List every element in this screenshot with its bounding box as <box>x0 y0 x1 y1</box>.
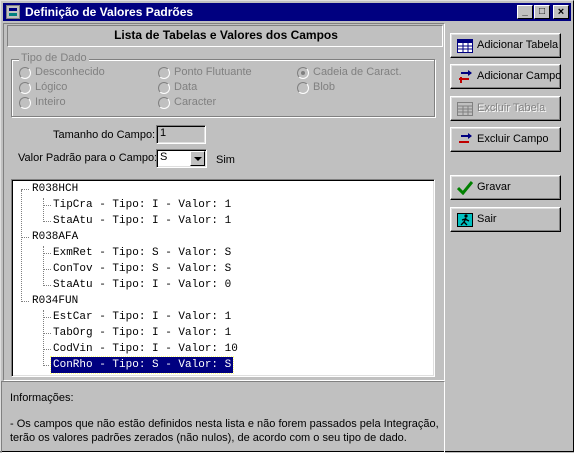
remove-field-icon <box>459 133 472 143</box>
adicionar-tabela-button[interactable]: Adicionar Tabela <box>450 33 561 58</box>
radio-icon <box>19 82 31 94</box>
info-title: Informações: <box>10 392 74 404</box>
radio-icon <box>297 82 309 94</box>
gravar-label: Gravar <box>477 181 511 193</box>
tamanho-field[interactable]: 1 <box>156 125 206 144</box>
add-field-icon <box>459 70 472 83</box>
radio-label: Ponto Flutuante <box>174 66 252 78</box>
checkmark-icon <box>457 181 473 195</box>
tipo-dado-label: Tipo de Dado <box>19 52 89 64</box>
tree-field-node-selected[interactable]: ConRho - Tipo: S - Valor: S <box>49 356 235 374</box>
tree-field-node[interactable]: StaAtu - Tipo: I - Valor: 0 <box>53 277 231 293</box>
main-window: Definição de Valores Padrões _ □ × Lista… <box>0 0 574 453</box>
radio-icon <box>158 67 170 79</box>
tree-table-node[interactable]: R038HCH <box>32 181 78 197</box>
excluir-tabela-button[interactable]: Excluir Tabela <box>450 96 561 121</box>
adicionar-tabela-label: Adicionar Tabela <box>477 39 559 51</box>
valor-select[interactable]: S <box>156 149 207 168</box>
tree-field-node[interactable]: ConTov - Tipo: S - Valor: S <box>53 261 231 277</box>
tree-field-node[interactable]: EstCar - Tipo: I - Valor: 1 <box>53 309 231 325</box>
radio-label: Cadeia de Caract. <box>313 66 402 78</box>
tree-field-node[interactable]: ExmRet - Tipo: S - Valor: S <box>53 245 231 261</box>
minimize-button[interactable]: _ <box>517 5 533 19</box>
radio-icon <box>19 97 31 109</box>
info-panel: Informações: - Os campos que não estão d… <box>1 381 445 453</box>
radio-icon <box>158 82 170 94</box>
radio-label: Inteiro <box>35 96 66 108</box>
excluir-campo-button[interactable]: Excluir Campo <box>450 127 561 152</box>
adicionar-campo-button[interactable]: Adicionar Campo <box>450 64 561 89</box>
chevron-down-icon[interactable] <box>190 151 205 166</box>
excluir-tabela-label: Excluir Tabela <box>477 102 546 114</box>
table-disabled-icon <box>457 102 473 116</box>
maximize-button[interactable]: □ <box>534 5 550 19</box>
radio-label: Data <box>174 81 198 93</box>
tree-table-node[interactable]: R034FUN <box>32 293 78 309</box>
radio-icon <box>158 97 170 109</box>
valor-select-value: S <box>160 151 168 163</box>
valor-description: Sim <box>216 154 235 166</box>
tree-field-node[interactable]: TabOrg - Tipo: I - Valor: 1 <box>53 325 231 341</box>
tree-field-node[interactable]: CodVin - Tipo: I - Valor: 10 <box>53 341 238 357</box>
tree-view[interactable]: R038HCH TipCra - Tipo: I - Valor: 1 StaA… <box>11 179 435 377</box>
radio-label: Desconhecido <box>35 66 105 78</box>
radio-label: Lógico <box>35 81 68 93</box>
tree-table-node[interactable]: R038AFA <box>32 229 78 245</box>
info-line-2: terão os valores padrões zerados (não nu… <box>10 432 407 444</box>
radio-icon <box>297 67 309 79</box>
radio-icon <box>19 67 31 79</box>
radio-label: Caracter <box>174 96 217 108</box>
excluir-campo-label: Excluir Campo <box>477 133 549 145</box>
sair-label: Sair <box>477 213 497 225</box>
valor-label: Valor Padrão para o Campo: <box>18 152 158 164</box>
tree-field-node[interactable]: TipCra - Tipo: I - Valor: 1 <box>53 197 231 213</box>
gravar-button[interactable]: Gravar <box>450 175 561 200</box>
exit-icon <box>457 213 473 227</box>
info-line-1: - Os campos que não estão definidos nest… <box>10 418 439 430</box>
close-button[interactable]: × <box>553 5 569 19</box>
table-icon <box>457 39 473 53</box>
window-title: Definição de Valores Padrões <box>25 5 194 19</box>
radio-label: Blob <box>313 81 336 93</box>
tamanho-label: Tamanho do Campo: <box>53 129 156 141</box>
adicionar-campo-label: Adicionar Campo <box>477 70 562 82</box>
title-bar[interactable]: Definição de Valores Padrões _ □ × <box>3 3 571 21</box>
sair-button[interactable]: Sair <box>450 207 561 232</box>
tree-field-node[interactable]: StaAtu - Tipo: I - Valor: 1 <box>53 213 231 229</box>
page-title: Lista de Tabelas e Valores dos Campos <box>114 28 338 42</box>
app-icon <box>6 5 20 19</box>
